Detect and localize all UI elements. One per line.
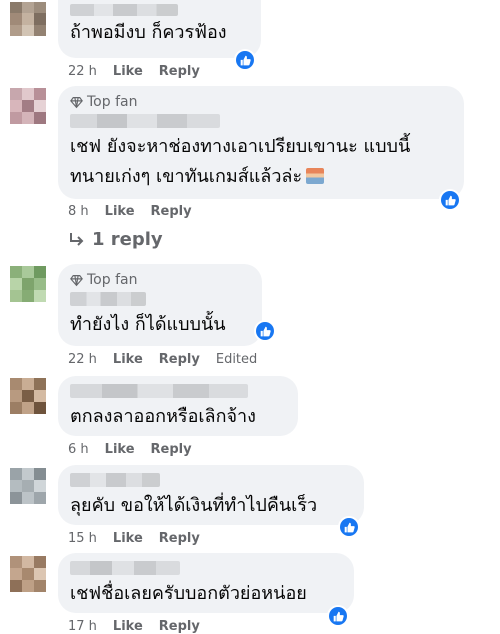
like-reaction-badge[interactable] <box>338 516 360 538</box>
comment-bubble: ตกลงลาออกหรือเลิกจ้าง <box>58 376 298 436</box>
diamond-icon <box>70 274 83 286</box>
thumbs-up-icon <box>260 326 271 336</box>
reply-button[interactable]: Reply <box>151 442 192 457</box>
comment-time[interactable]: 22 h <box>68 64 97 79</box>
like-button[interactable]: Like <box>105 442 135 457</box>
reply-button[interactable]: Reply <box>159 619 200 634</box>
like-reaction-badge[interactable] <box>234 49 256 71</box>
view-replies-link[interactable]: 1 reply <box>68 229 163 250</box>
commenter-name[interactable] <box>70 561 180 575</box>
like-button[interactable]: Like <box>113 619 143 634</box>
commenter-name[interactable] <box>70 292 146 306</box>
comment-time[interactable]: 8 h <box>68 204 89 219</box>
comment-meta: 17 h Like Reply <box>68 619 200 634</box>
reply-button[interactable]: Reply <box>159 64 200 79</box>
reply-button[interactable]: Reply <box>151 204 192 219</box>
comment-meta: 8 h Like Reply <box>68 204 192 219</box>
diamond-icon <box>70 96 83 108</box>
reply-button[interactable]: Reply <box>159 531 200 546</box>
avatar[interactable] <box>10 556 46 592</box>
top-fan-label: Top fan <box>87 94 138 110</box>
comment-time[interactable]: 15 h <box>68 531 97 546</box>
store-emoji <box>306 168 325 184</box>
like-reaction-badge[interactable] <box>254 320 276 342</box>
comment-meta: 15 h Like Reply <box>68 531 200 546</box>
comment-time[interactable]: 17 h <box>68 619 97 634</box>
avatar[interactable] <box>10 2 46 36</box>
comment-text: เชฟชื่อเลยครับบอกตัวย่อหน่อย <box>70 583 307 604</box>
thumbs-up-icon <box>240 55 251 65</box>
thumbs-up-icon <box>344 522 355 532</box>
like-reaction-badge[interactable] <box>327 605 349 627</box>
like-button[interactable]: Like <box>113 64 143 79</box>
comment-bubble: เชฟชื่อเลยครับบอกตัวย่อหน่อย <box>58 553 354 613</box>
reply-button[interactable]: Reply <box>159 352 200 367</box>
comment-text-line: ทนายเก่งๆ เขาทันเกมส์แล้วล่ะ <box>70 162 452 192</box>
comment-bubble: Top fan เชฟ ยังจะหาช่องทางเอาเปรียบเขานะ… <box>58 86 464 199</box>
comment-meta: 22 h Like Reply Edited <box>68 352 257 367</box>
comment-bubble: ลุยคับ ขอให้ได้เงินที่ทำไปคืนเร็ว <box>58 465 364 525</box>
like-button[interactable]: Like <box>113 531 143 546</box>
comment-text: ทำยังไง ก็ได้แบบนั้น <box>70 314 226 335</box>
like-reaction-badge[interactable] <box>439 189 461 211</box>
comment-text-line: เชฟ ยังจะหาช่องทางเอาเปรียบเขานะ แบบนี้ <box>70 136 411 157</box>
comment-meta: 6 h Like Reply <box>68 442 192 457</box>
avatar[interactable] <box>10 266 46 302</box>
comment-text: ตกลงลาออกหรือเลิกจ้าง <box>70 406 256 427</box>
commenter-name[interactable] <box>70 4 178 16</box>
like-button[interactable]: Like <box>113 352 143 367</box>
comment-text-line-2: ทนายเก่งๆ เขาทันเกมส์แล้วล่ะ <box>70 166 303 187</box>
top-fan-badge: Top fan <box>70 94 452 110</box>
top-fan-label: Top fan <box>87 272 138 288</box>
commenter-name[interactable] <box>70 114 220 128</box>
avatar[interactable] <box>10 468 46 504</box>
top-fan-badge: Top fan <box>70 272 250 288</box>
comment-time[interactable]: 6 h <box>68 442 89 457</box>
thumbs-up-icon <box>333 611 344 621</box>
replies-count: 1 reply <box>92 229 163 250</box>
commenter-name[interactable] <box>70 384 248 398</box>
avatar[interactable] <box>10 378 46 414</box>
commenter-name[interactable] <box>70 473 160 487</box>
comment-time[interactable]: 22 h <box>68 352 97 367</box>
thumbs-up-icon <box>445 195 456 205</box>
avatar[interactable] <box>10 88 46 124</box>
comment-bubble: ถ้าพอมีงบ ก็ควรฟ้อง <box>58 0 261 58</box>
comment-meta: 22 h Like Reply <box>68 64 200 79</box>
edited-label: Edited <box>215 352 258 367</box>
comment-bubble: Top fan ทำยังไง ก็ได้แบบนั้น <box>58 264 262 346</box>
like-button[interactable]: Like <box>105 204 135 219</box>
comment-text: ลุยคับ ขอให้ได้เงินที่ทำไปคืนเร็ว <box>70 495 318 516</box>
reply-arrow-icon <box>70 232 84 246</box>
comment-text: ถ้าพอมีงบ ก็ควรฟ้อง <box>70 22 227 43</box>
